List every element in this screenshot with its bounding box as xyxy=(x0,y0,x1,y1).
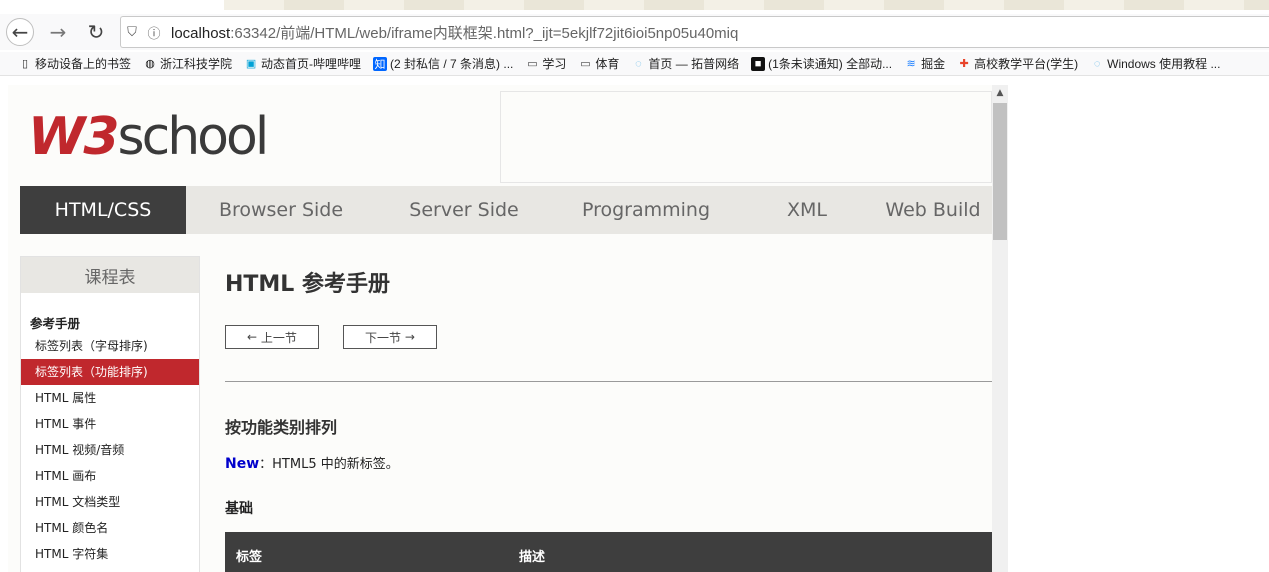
nav-item[interactable]: HTML/CSS xyxy=(20,186,186,234)
logo-school: school xyxy=(117,107,270,167)
arrow-right-icon: → xyxy=(401,330,415,344)
w3school-page: W3school HTML/CSS Browser Side Server Side… xyxy=(8,85,992,572)
sidebar-item[interactable]: HTML 视频/音频 xyxy=(21,437,199,463)
shield-icon[interactable]: ⛉ xyxy=(121,25,143,40)
sidebar-item[interactable]: HTML 字符集 xyxy=(21,541,199,567)
ad-banner xyxy=(500,91,992,183)
next-section-button[interactable]: 下一节 → xyxy=(343,325,437,349)
tab-strip-decoration xyxy=(224,0,1269,10)
divider xyxy=(225,381,992,382)
bookmark-label: Windows 使用教程 ... xyxy=(1107,57,1221,71)
bookmark-label: 学习 xyxy=(542,57,567,71)
bookmark-item[interactable]: ◌ Windows 使用教程 ... xyxy=(1090,55,1221,72)
mobile-icon: ▯ xyxy=(21,58,29,70)
prev-section-button[interactable]: ← 上一节 xyxy=(225,325,319,349)
bookmark-label: 掘金 xyxy=(921,57,946,71)
reload-button[interactable]: ↻ xyxy=(82,18,110,46)
folder-icon: ▭ xyxy=(527,58,538,70)
bookmark-label: (1条未读通知) 全部动... xyxy=(768,57,893,71)
reload-icon: ↻ xyxy=(87,20,105,44)
bookmark-label: 移动设备上的书签 xyxy=(35,57,132,71)
site-icon: ◌ xyxy=(635,57,642,70)
logo-w3: W3 xyxy=(28,107,120,167)
arrow-left-icon: ← xyxy=(247,330,261,344)
bookmark-item[interactable]: ▭ 学习 xyxy=(525,55,566,72)
zhihu-icon: 知 xyxy=(373,56,388,71)
sidebar-item[interactable]: 标签列表（功能排序) xyxy=(21,359,199,385)
bookmark-item[interactable]: ◌ 首页 — 拓普网络 xyxy=(631,55,739,72)
app-icon: ■ xyxy=(751,56,766,71)
bookmark-item[interactable]: ≋ 掘金 xyxy=(904,55,946,72)
bookmark-item[interactable]: ■ (1条未读通知) 全部动... xyxy=(751,55,892,72)
page-title: HTML 参考手册 xyxy=(225,272,390,297)
table-header-tag: 标签 xyxy=(236,550,263,565)
globe-icon: ◍ xyxy=(145,58,155,70)
sidebar-item[interactable]: HTML 颜色名 xyxy=(21,515,199,541)
next-label: 下一节 xyxy=(365,330,402,345)
arrow-left-icon: ← xyxy=(11,20,29,44)
site-icon: ◌ xyxy=(1093,57,1101,70)
bookmark-item[interactable]: ▭ 体育 xyxy=(578,55,619,72)
bookmark-label: 动态首页-哔哩哔哩 xyxy=(261,57,362,71)
sidebar-section-title: 参考手册 xyxy=(30,316,81,331)
bookmark-label: (2 封私信 / 7 条消息) ... xyxy=(390,57,514,71)
info-icon[interactable]: ⓘ xyxy=(143,23,165,42)
browser-top-strip xyxy=(0,0,1269,10)
table-header-desc: 描述 xyxy=(519,550,546,565)
page-viewport: W3school HTML/CSS Browser Side Server Side… xyxy=(0,77,1269,572)
subsection-title: 基础 xyxy=(225,501,253,517)
bookmark-item[interactable]: ▯ 移动设备上的书签 xyxy=(18,55,131,72)
arrow-right-icon: → xyxy=(49,20,67,44)
browser-toolbar: ← → ↻ ⛉ ⓘ localhost:63342/前端/HTML/web/if… xyxy=(0,14,1269,50)
scroll-up-arrow-icon[interactable]: ▲ xyxy=(992,85,1008,101)
bilibili-icon: ▣ xyxy=(245,58,257,70)
bookmark-label: 首页 — 拓普网络 xyxy=(648,57,740,71)
bookmark-label: 体育 xyxy=(595,57,620,71)
bookmark-item[interactable]: 知 (2 封私信 / 7 条消息) ... xyxy=(373,55,513,72)
sidebar-item[interactable]: HTML 文档类型 xyxy=(21,489,199,515)
bookmark-label: 高校教学平台(学生) xyxy=(974,57,1079,71)
sidebar-list: 标签列表（字母排序) 标签列表（功能排序) HTML 属性 HTML 事件 HTML 视… xyxy=(21,333,199,567)
sidebar-item[interactable]: HTML 事件 xyxy=(21,411,199,437)
sidebar-item[interactable]: HTML 属性 xyxy=(21,385,199,411)
bookmarks-bar: ▯ 移动设备上的书签 ◍ 浙江科技学院 ▣ 动态首页-哔哩哔哩知 (2 封私信 / 7 条消… xyxy=(0,52,1269,76)
folder-icon: ▭ xyxy=(580,58,591,70)
w3school-logo[interactable]: W3school xyxy=(28,107,269,167)
new-tag: New xyxy=(225,456,260,472)
bookmark-item[interactable]: ◍ 浙江科技学院 xyxy=(143,55,232,72)
section-title: 按功能类别排列 xyxy=(225,418,338,437)
nav-item[interactable]: Browser Side xyxy=(186,186,376,234)
main-nav: HTML/CSS Browser Side Server Side Programmi… xyxy=(20,186,992,234)
sidebar-item[interactable]: HTML 画布 xyxy=(21,463,199,489)
page-scrollbar[interactable]: ▲ xyxy=(992,85,1008,572)
sidebar-item[interactable]: 标签列表（字母排序) xyxy=(21,333,199,359)
sidebar-heading: 课程表 xyxy=(21,257,199,293)
url-host: localhost xyxy=(171,24,231,42)
sidebar: 课程表 参考手册 标签列表（字母排序) 标签列表（功能排序) HTML 属性 HTML… xyxy=(20,256,200,572)
nav-item[interactable]: Server Side xyxy=(376,186,552,234)
url-text: localhost:63342/前端/HTML/web/iframe内联框架.h… xyxy=(171,22,738,43)
nav-item[interactable]: Programming xyxy=(552,186,740,234)
cross-icon: ✚ xyxy=(959,58,969,70)
prev-label: 上一节 xyxy=(260,330,297,345)
new-note: New：HTML5 中的新标签。 xyxy=(225,453,399,472)
forward-button[interactable]: → xyxy=(44,18,72,46)
back-button[interactable]: ← xyxy=(6,18,34,46)
bookmark-label: 浙江科技学院 xyxy=(160,57,233,71)
nav-item[interactable]: XML xyxy=(740,186,874,234)
scroll-thumb[interactable] xyxy=(993,103,1007,240)
nav-item[interactable]: Web Build xyxy=(874,186,992,234)
url-path: :63342/前端/HTML/web/iframe内联框架.html?_ijt=… xyxy=(230,24,739,42)
juejin-icon: ≋ xyxy=(906,58,916,70)
table-header: 标签 描述 xyxy=(225,532,992,572)
bookmark-item[interactable]: ▣ 动态首页-哔哩哔哩 xyxy=(244,55,361,72)
new-desc: ：HTML5 中的新标签。 xyxy=(259,457,399,472)
url-field[interactable]: ⛉ ⓘ localhost:63342/前端/HTML/web/iframe内联… xyxy=(120,16,1269,48)
bookmark-item[interactable]: ✚ 高校教学平台(学生) xyxy=(957,55,1079,72)
